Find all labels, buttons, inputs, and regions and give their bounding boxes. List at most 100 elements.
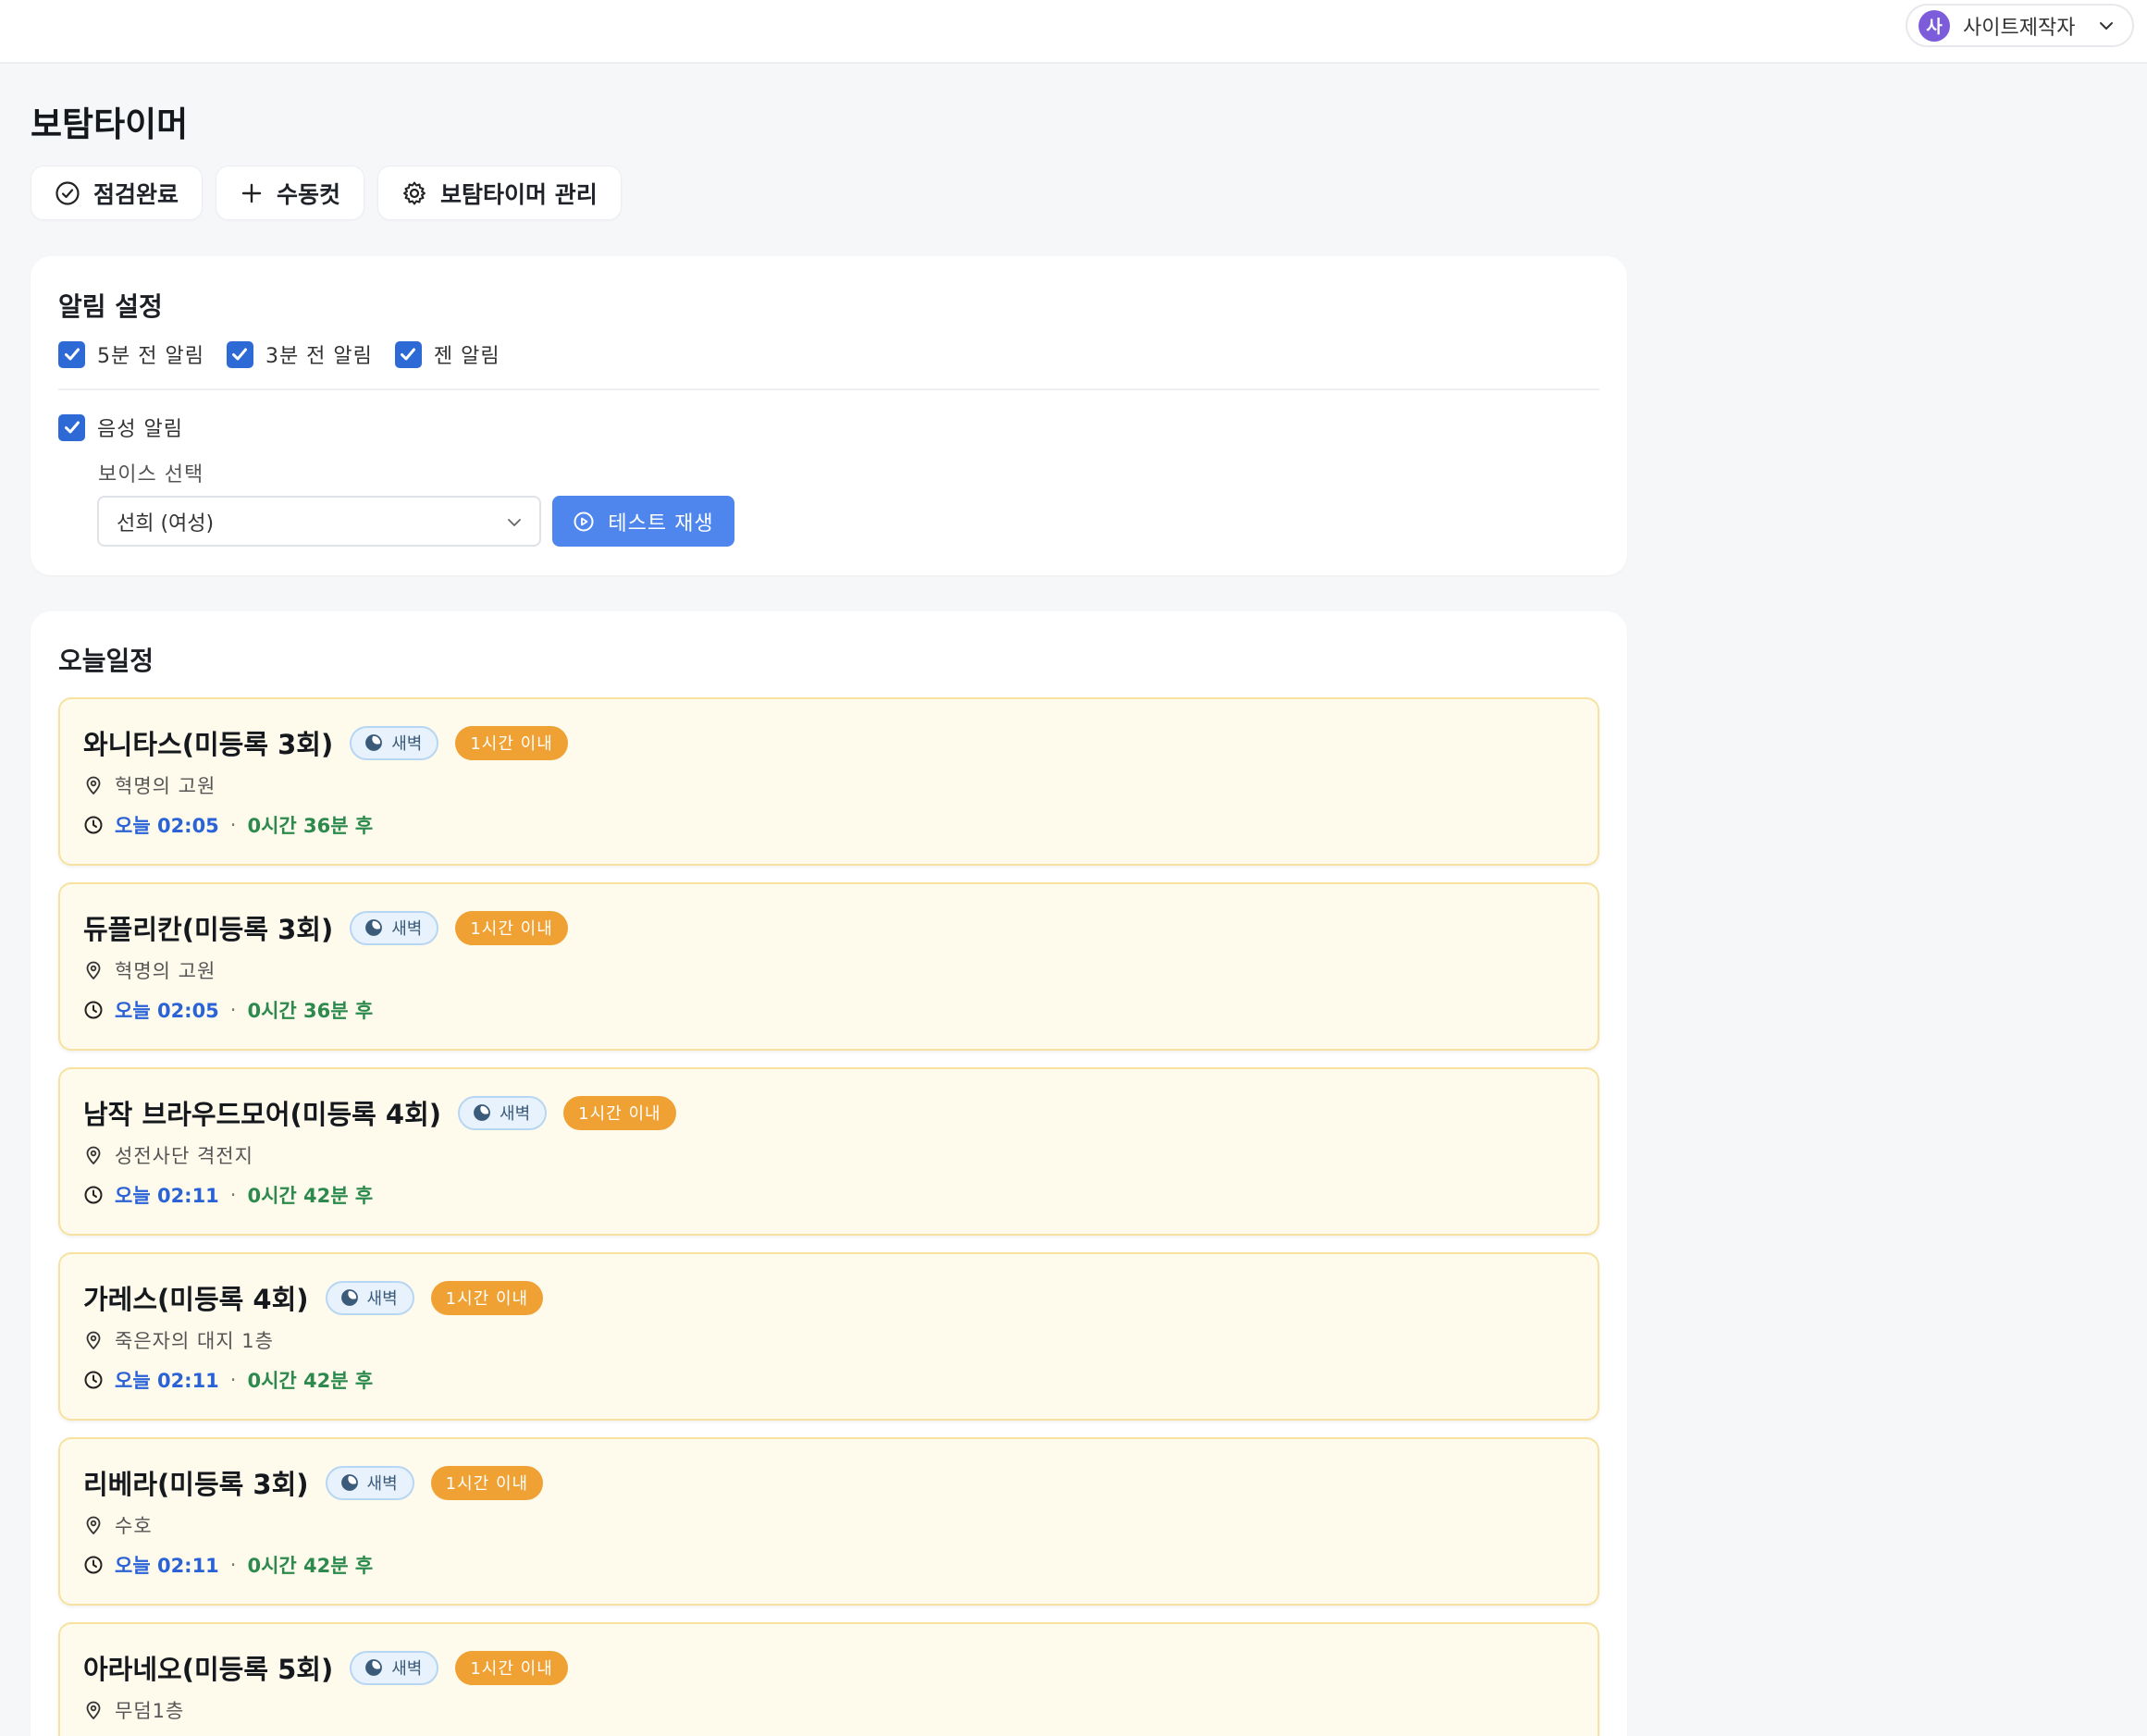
- spawn-time-text: 오늘 02:11: [115, 1370, 219, 1392]
- today-schedule-card: 오늘일정 와니타스(미등록 3회) 새벽 1시간 이내 혁명의 고원 오늘 02…: [31, 611, 1627, 1736]
- alarm-3min-checkbox[interactable]: 3분 전 알림: [226, 339, 373, 369]
- voice-select[interactable]: 선희 (여성): [97, 496, 541, 547]
- dawn-badge-label: 새벽: [391, 919, 423, 939]
- schedule-item[interactable]: 아라네오(미등록 5회) 새벽 1시간 이내 무덤1층 ·: [58, 1622, 1599, 1736]
- timer-manage-label: 보탐타이머 관리: [440, 180, 598, 208]
- boss-location: 죽은자의 대지 1층: [83, 1326, 274, 1354]
- clock-icon: [84, 1186, 103, 1204]
- alarm-spawn-label: 젠 알림: [433, 345, 500, 368]
- location-text: 무덤1층: [115, 1700, 185, 1722]
- within-hour-badge: 1시간 이내: [455, 725, 568, 760]
- moon-icon: [365, 1659, 383, 1676]
- alarm-options: 5분 전 알림 3분 전 알림 젠 알림: [58, 339, 523, 369]
- moon-icon: [365, 919, 383, 936]
- alarm-3min-label: 3분 전 알림: [265, 345, 373, 368]
- play-circle-icon: [574, 511, 594, 531]
- location-text: 혁명의 고원: [115, 775, 216, 797]
- schedule-item[interactable]: 남작 브라우드모어(미등록 4회) 새벽 1시간 이내 성전사단 격전지 오늘 …: [58, 1067, 1599, 1236]
- schedule-item-header: 남작 브라우드모어(미등록 4회) 새벽 1시간 이내: [83, 1093, 676, 1132]
- boss-name: 가레스(미등록 4회): [83, 1284, 309, 1315]
- voice-alarm-row: 음성 알림: [58, 412, 205, 442]
- dawn-badge: 새벽: [458, 1095, 548, 1130]
- dawn-badge: 새벽: [350, 1650, 439, 1685]
- checkbox-checked-icon[interactable]: [226, 340, 253, 368]
- gear-icon: [403, 181, 426, 204]
- location-text: 수호: [115, 1515, 153, 1537]
- map-pin-icon: [86, 1331, 101, 1349]
- separator: ·: [229, 814, 237, 836]
- moon-icon: [365, 734, 383, 751]
- location-text: 성전사단 격전지: [115, 1145, 253, 1167]
- alarm-5min-checkbox[interactable]: 5분 전 알림: [58, 339, 204, 369]
- moon-icon: [474, 1104, 490, 1121]
- within-hour-badge: 1시간 이내: [563, 1095, 676, 1130]
- inspection-complete-label: 점검완료: [93, 180, 179, 208]
- map-pin-icon: [86, 776, 101, 794]
- checkbox-checked-icon[interactable]: [58, 413, 85, 441]
- within-hour-badge: 1시간 이내: [430, 1280, 544, 1315]
- voice-select-value: 선희 (여성): [117, 511, 215, 536]
- spawn-time: 오늘 02:05 · 0시간 36분 후: [83, 811, 373, 839]
- boss-location: 혁명의 고원: [83, 956, 216, 984]
- dawn-badge-label: 새벽: [391, 734, 423, 754]
- checkbox-checked-icon[interactable]: [58, 340, 85, 368]
- spawn-time: 오늘 02:05 · 0시간 36분 후: [83, 996, 373, 1024]
- dawn-badge: 새벽: [350, 725, 439, 760]
- schedule-item[interactable]: 리베라(미등록 3회) 새벽 1시간 이내 수호 오늘 02:11 · 0시간 …: [58, 1437, 1599, 1606]
- spawn-time-text: 오늘 02:05: [115, 815, 219, 837]
- user-menu-button[interactable]: 사 사이트제작자: [1906, 4, 2134, 47]
- within-hour-badge: 1시간 이내: [430, 1465, 544, 1500]
- boss-name: 듀플리칸(미등록 3회): [83, 914, 334, 945]
- timer-manage-button[interactable]: 보탐타이머 관리: [377, 166, 622, 220]
- voice-select-label: 보이스 선택: [98, 463, 204, 486]
- check-circle-icon: [56, 180, 80, 205]
- clock-icon: [84, 1556, 103, 1574]
- remaining-time-text: 0시간 42분 후: [247, 1370, 374, 1392]
- separator: ·: [229, 999, 237, 1021]
- boss-name: 와니타스(미등록 3회): [83, 729, 334, 760]
- clock-icon: [84, 816, 103, 834]
- schedule-item[interactable]: 가레스(미등록 4회) 새벽 1시간 이내 죽은자의 대지 1층 오늘 02:1…: [58, 1252, 1599, 1421]
- spawn-time: 오늘 02:11 · 0시간 42분 후: [83, 1366, 373, 1394]
- manual-cut-button[interactable]: 수동컷: [216, 166, 365, 220]
- alarm-spawn-checkbox[interactable]: 젠 알림: [394, 339, 500, 369]
- dawn-badge-label: 새벽: [366, 1474, 398, 1494]
- spawn-time: 오늘 02:11 · 0시간 42분 후: [83, 1181, 373, 1209]
- voice-alarm-label: 음성 알림: [97, 418, 183, 441]
- alarm-settings-title: 알림 설정: [58, 291, 163, 322]
- test-play-button[interactable]: 테스트 재생: [552, 496, 734, 547]
- inspection-complete-button[interactable]: 점검완료: [31, 166, 204, 220]
- remaining-time-text: 0시간 36분 후: [247, 1000, 374, 1022]
- schedule-item-header: 리베라(미등록 3회) 새벽 1시간 이내: [83, 1463, 544, 1502]
- schedule-item[interactable]: 듀플리칸(미등록 3회) 새벽 1시간 이내 혁명의 고원 오늘 02:05 ·…: [58, 882, 1599, 1051]
- schedule-item[interactable]: 와니타스(미등록 3회) 새벽 1시간 이내 혁명의 고원 오늘 02:05 ·…: [58, 697, 1599, 866]
- location-text: 죽은자의 대지 1층: [115, 1330, 274, 1352]
- alarm-5min-label: 5분 전 알림: [97, 345, 204, 368]
- clock-icon: [84, 1001, 103, 1019]
- spawn-time: 오늘 02:11 · 0시간 42분 후: [83, 1551, 373, 1579]
- divider: [58, 388, 1599, 390]
- map-pin-icon: [86, 1146, 101, 1164]
- page-title: 보탐타이머: [31, 105, 189, 144]
- spawn-time-text: 오늘 02:11: [115, 1555, 219, 1577]
- dawn-badge: 새벽: [325, 1465, 414, 1500]
- map-pin-icon: [86, 961, 101, 979]
- location-text: 혁명의 고원: [115, 960, 216, 982]
- map-pin-icon: [86, 1701, 101, 1719]
- plus-icon: [241, 183, 262, 203]
- within-hour-badge: 1시간 이내: [455, 910, 568, 945]
- dawn-badge: 새벽: [350, 910, 439, 945]
- within-hour-badge: 1시간 이내: [455, 1650, 568, 1685]
- avatar: 사: [1919, 9, 1950, 42]
- moon-icon: [340, 1289, 358, 1306]
- voice-alarm-checkbox[interactable]: 음성 알림: [58, 412, 183, 442]
- schedule-title: 오늘일정: [58, 646, 154, 676]
- top-bar: 사 사이트제작자: [0, 0, 2147, 64]
- schedule-item-header: 와니타스(미등록 3회) 새벽 1시간 이내: [83, 723, 568, 762]
- moon-icon: [340, 1474, 358, 1491]
- checkbox-checked-icon[interactable]: [394, 340, 422, 368]
- action-bar: 점검완료 수동컷 보탐타이머 관리: [31, 166, 622, 220]
- separator: ·: [229, 1184, 237, 1206]
- remaining-time-text: 0시간 42분 후: [247, 1555, 374, 1577]
- dawn-badge-label: 새벽: [391, 1659, 423, 1679]
